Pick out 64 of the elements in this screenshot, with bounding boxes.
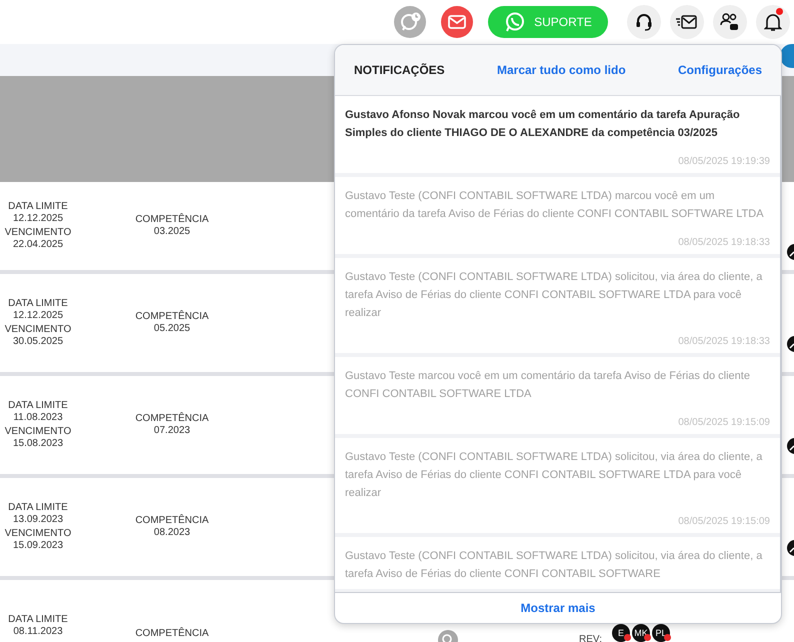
edit-icon[interactable] bbox=[786, 336, 794, 352]
deadline-date: 12.12.2025 bbox=[12, 310, 64, 322]
period-value: 05.2025 bbox=[154, 323, 190, 335]
due-label: VENCIMENTO bbox=[4, 324, 72, 336]
notification-time: 08/05/2025 19:15:09 bbox=[678, 417, 770, 428]
period-label: COMPETÊNCIA bbox=[135, 515, 209, 527]
due-date: 15.09.2023 bbox=[12, 540, 64, 552]
edit-icon[interactable] bbox=[786, 244, 794, 260]
reviewer-avatar[interactable]: MK bbox=[632, 624, 650, 642]
mail-icon[interactable] bbox=[441, 6, 473, 38]
deadline-date: 08.11.2023 bbox=[13, 626, 63, 638]
deadline-date: 11.08.2023 bbox=[13, 412, 63, 424]
notification-time: 08/05/2025 19:15:09 bbox=[678, 516, 770, 527]
panel-title: NOTIFICAÇÕES bbox=[354, 63, 445, 77]
notification-text: Gustavo Teste (CONFI CONTABIL SOFTWARE LTDA) solicitou, via área do cliente, a tarefa Aviso de Férias do cliente CONFI CONTABIL SOFTWARE LTDA para você realizar bbox=[345, 270, 764, 321]
edit-icon[interactable] bbox=[786, 540, 794, 556]
show-more-link[interactable]: Mostrar mais bbox=[520, 601, 596, 615]
period-value: 03.2025 bbox=[154, 226, 190, 238]
period-label: COMPETÊNCIA bbox=[135, 413, 209, 425]
reviewers-label: REV: bbox=[579, 634, 602, 642]
deadline-label: DATA LIMITE bbox=[8, 400, 68, 412]
users-chat-icon[interactable] bbox=[713, 5, 747, 39]
notification-time: 08/05/2025 19:18:33 bbox=[678, 336, 770, 347]
period-label: COMPETÊNCIA bbox=[135, 214, 209, 226]
notification-text: Gustavo Teste (CONFI CONTABIL SOFTWARE LTDA) solicitou, via área do cliente, a tarefa Aviso de Férias do cliente CONFI CONTABIL SOFTWARE LTDA para você realizar bbox=[345, 450, 764, 501]
notification-item[interactable]: Gustavo Teste (CONFI CONTABIL SOFTWARE LTDA) solicitou, via área do cliente, a tarefa Aviso de Férias do cliente CONFI CONTABIL SOFTWARE bbox=[335, 537, 780, 592]
notification-text: Gustavo Teste (CONFI CONTABIL SOFTWARE LTDA) solicitou, via área do cliente, a tarefa Aviso de Férias do cliente CONFI CONTABIL SOFTWARE bbox=[345, 549, 764, 582]
deadline-label: DATA LIMITE bbox=[8, 298, 68, 310]
deadline-label: DATA LIMITE bbox=[8, 201, 68, 213]
notification-text: Gustavo Afonso Novak marcou você em um comentário da tarefa Apuração Simples do cliente THIAGO DE O ALEXANDRE da competência 03/2025 bbox=[345, 108, 741, 141]
edit-icon[interactable] bbox=[786, 438, 794, 454]
notification-time: 08/05/2025 19:18:33 bbox=[678, 237, 770, 248]
deadline-label: DATA LIMITE bbox=[8, 614, 68, 626]
period-value: 08.2023 bbox=[154, 527, 190, 539]
headset-icon[interactable] bbox=[627, 5, 661, 39]
round-badge bbox=[780, 44, 794, 68]
mark-all-read-link[interactable]: Marcar tudo como lido bbox=[496, 63, 626, 77]
period-label: COMPETÊNCIA bbox=[135, 628, 209, 640]
due-date: 15.08.2023 bbox=[12, 438, 64, 450]
notification-item[interactable]: Gustavo Teste (CONFI CONTABIL SOFTWARE LTDA) solicitou, via área do cliente, a tarefa Aviso de Férias do cliente CONFI CONTABIL SOFTWARE LTDA para você realizar 08/05/2025 19:15:09 bbox=[335, 438, 780, 537]
reviewer-avatar[interactable]: E bbox=[612, 624, 630, 642]
notification-item[interactable]: Gustavo Teste (CONFI CONTABIL SOFTWARE LTDA) solicitou, via área do cliente, a tarefa Aviso de Férias do cliente CONFI CONTABIL SOFTWARE LTDA para você realizar 08/05/2025 19:18:33 bbox=[335, 258, 780, 357]
period-value: 07.2023 bbox=[154, 425, 190, 437]
notification-item[interactable]: Gustavo Afonso Novak marcou você em um comentário da tarefa Apuração Simples do cliente THIAGO DE O ALEXANDRE da competência 03/2025 08/05/2025 19:19:39 bbox=[335, 96, 780, 177]
notification-text: Gustavo Teste (CONFI CONTABIL SOFTWARE LTDA) marcou você em um comentário da tarefa Aviso de Férias do cliente CONFI CONTABIL SOFTWARE LTDA bbox=[345, 189, 765, 222]
due-label: VENCIMENTO bbox=[4, 426, 72, 438]
reviewer-avatar[interactable]: PL bbox=[652, 624, 670, 642]
due-label: VENCIMENTO bbox=[4, 227, 72, 239]
send-mail-icon[interactable] bbox=[670, 5, 704, 39]
notification-text: Gustavo Teste marcou você em um comentário da tarefa Aviso de Férias do cliente CONFI CONTABIL SOFTWARE LTDA bbox=[345, 369, 751, 402]
notification-time: 08/05/2025 19:19:39 bbox=[678, 156, 770, 167]
whatsapp-icon bbox=[504, 11, 526, 33]
period-label: COMPETÊNCIA bbox=[135, 311, 209, 323]
deadline-date: 12.12.2025 bbox=[12, 213, 64, 225]
notification-item[interactable]: Gustavo Teste (CONFI CONTABIL SOFTWARE LTDA) marcou você em um comentário da tarefa Aviso de Férias do cliente CONFI CONTABIL SOFTWARE LTDA 08/05/2025 19:18:33 bbox=[335, 177, 780, 258]
bell-icon bbox=[764, 12, 782, 32]
due-date: 30.05.2025 bbox=[12, 336, 64, 348]
deadline-date: 13.09.2023 bbox=[12, 514, 64, 526]
notification-item[interactable]: Gustavo Teste marcou você em um comentário da tarefa Aviso de Férias do cliente CONFI CONTABIL SOFTWARE LTDA 08/05/2025 19:15:09 bbox=[335, 357, 780, 438]
due-label: VENCIMENTO bbox=[4, 528, 72, 540]
deadline-label: DATA LIMITE bbox=[8, 502, 68, 514]
due-date: 22.04.2025 bbox=[12, 239, 64, 251]
settings-link[interactable]: Configurações bbox=[678, 63, 762, 77]
notifications-button[interactable] bbox=[756, 5, 790, 39]
